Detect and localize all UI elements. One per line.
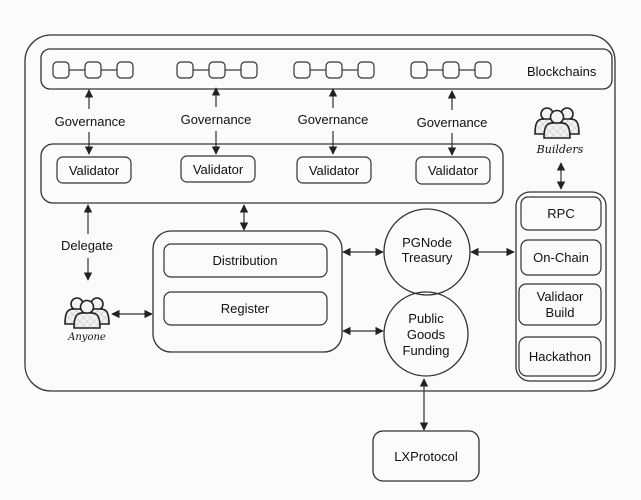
public-goods-funding-node[interactable]: Public Goods Funding	[383, 291, 469, 377]
validator-node-3[interactable]: Validator	[296, 156, 372, 184]
builders-label: Builders	[536, 143, 584, 156]
service-hackathon-label: Hackathon	[529, 349, 591, 364]
chain-block	[474, 61, 492, 79]
blockchain-2	[176, 61, 258, 79]
blockchains-label: Blockchains	[527, 64, 597, 79]
pgnode-treasury-node[interactable]: PGNode Treasury	[383, 208, 471, 296]
validator-node-4[interactable]: Validator	[415, 156, 491, 185]
governance-label-1: Governance	[55, 114, 126, 129]
validator-label-3: Validator	[309, 163, 360, 178]
validator-label-1: Validator	[69, 163, 120, 178]
service-onchain-label: On-Chain	[533, 250, 589, 265]
blockchain-chains	[52, 61, 492, 79]
governance-label-4: Governance	[417, 115, 488, 130]
governance-label-3: Governance	[298, 112, 369, 127]
treasury-label-line2: Treasury	[402, 250, 453, 265]
validator-label-4: Validator	[428, 163, 479, 178]
architecture-diagram: Blockchains Governance Governance Govern…	[24, 34, 616, 482]
service-validator-build[interactable]: Validaor Build	[518, 283, 602, 326]
blockchain-1	[52, 61, 134, 79]
lxprotocol-label: LXProtocol	[394, 449, 458, 464]
register-label: Register	[221, 301, 270, 316]
chain-block	[84, 61, 102, 79]
chain-block	[240, 61, 258, 79]
delegate-label: Delegate	[61, 238, 113, 253]
register-module[interactable]: Register	[163, 291, 328, 326]
validator-label-2: Validator	[193, 162, 244, 177]
service-hackathon[interactable]: Hackathon	[518, 336, 602, 377]
treasury-label-line1: PGNode	[402, 235, 452, 250]
blockchain-3	[293, 61, 375, 79]
publicgoods-label-line2: Goods	[407, 327, 446, 342]
anyone-people-icon	[64, 297, 110, 329]
chain-block	[176, 61, 194, 79]
builders-people-icon	[534, 107, 580, 139]
blockchain-4	[410, 61, 492, 79]
anyone-label: Anyone	[67, 332, 106, 343]
lxprotocol-node[interactable]: LXProtocol	[372, 430, 480, 482]
service-rpc[interactable]: RPC	[520, 196, 602, 231]
distribution-module[interactable]: Distribution	[163, 243, 328, 278]
chain-block	[442, 61, 460, 79]
publicgoods-label-line1: Public	[408, 311, 444, 326]
publicgoods-label-line3: Funding	[403, 343, 450, 358]
distribution-label: Distribution	[212, 253, 277, 268]
governance-label-2: Governance	[181, 112, 252, 127]
chain-block	[293, 61, 311, 79]
chain-block	[208, 61, 226, 79]
chain-block	[325, 61, 343, 79]
service-on-chain[interactable]: On-Chain	[520, 239, 602, 276]
chain-block	[52, 61, 70, 79]
validator-node-2[interactable]: Validator	[180, 155, 256, 183]
service-validatorbuild-label-line2: Build	[546, 305, 575, 320]
service-rpc-label: RPC	[547, 206, 574, 221]
chain-block	[116, 61, 134, 79]
service-validatorbuild-label-line1: Validaor	[537, 289, 584, 304]
chain-block	[410, 61, 428, 79]
chain-block	[357, 61, 375, 79]
validator-node-1[interactable]: Validator	[56, 156, 132, 184]
